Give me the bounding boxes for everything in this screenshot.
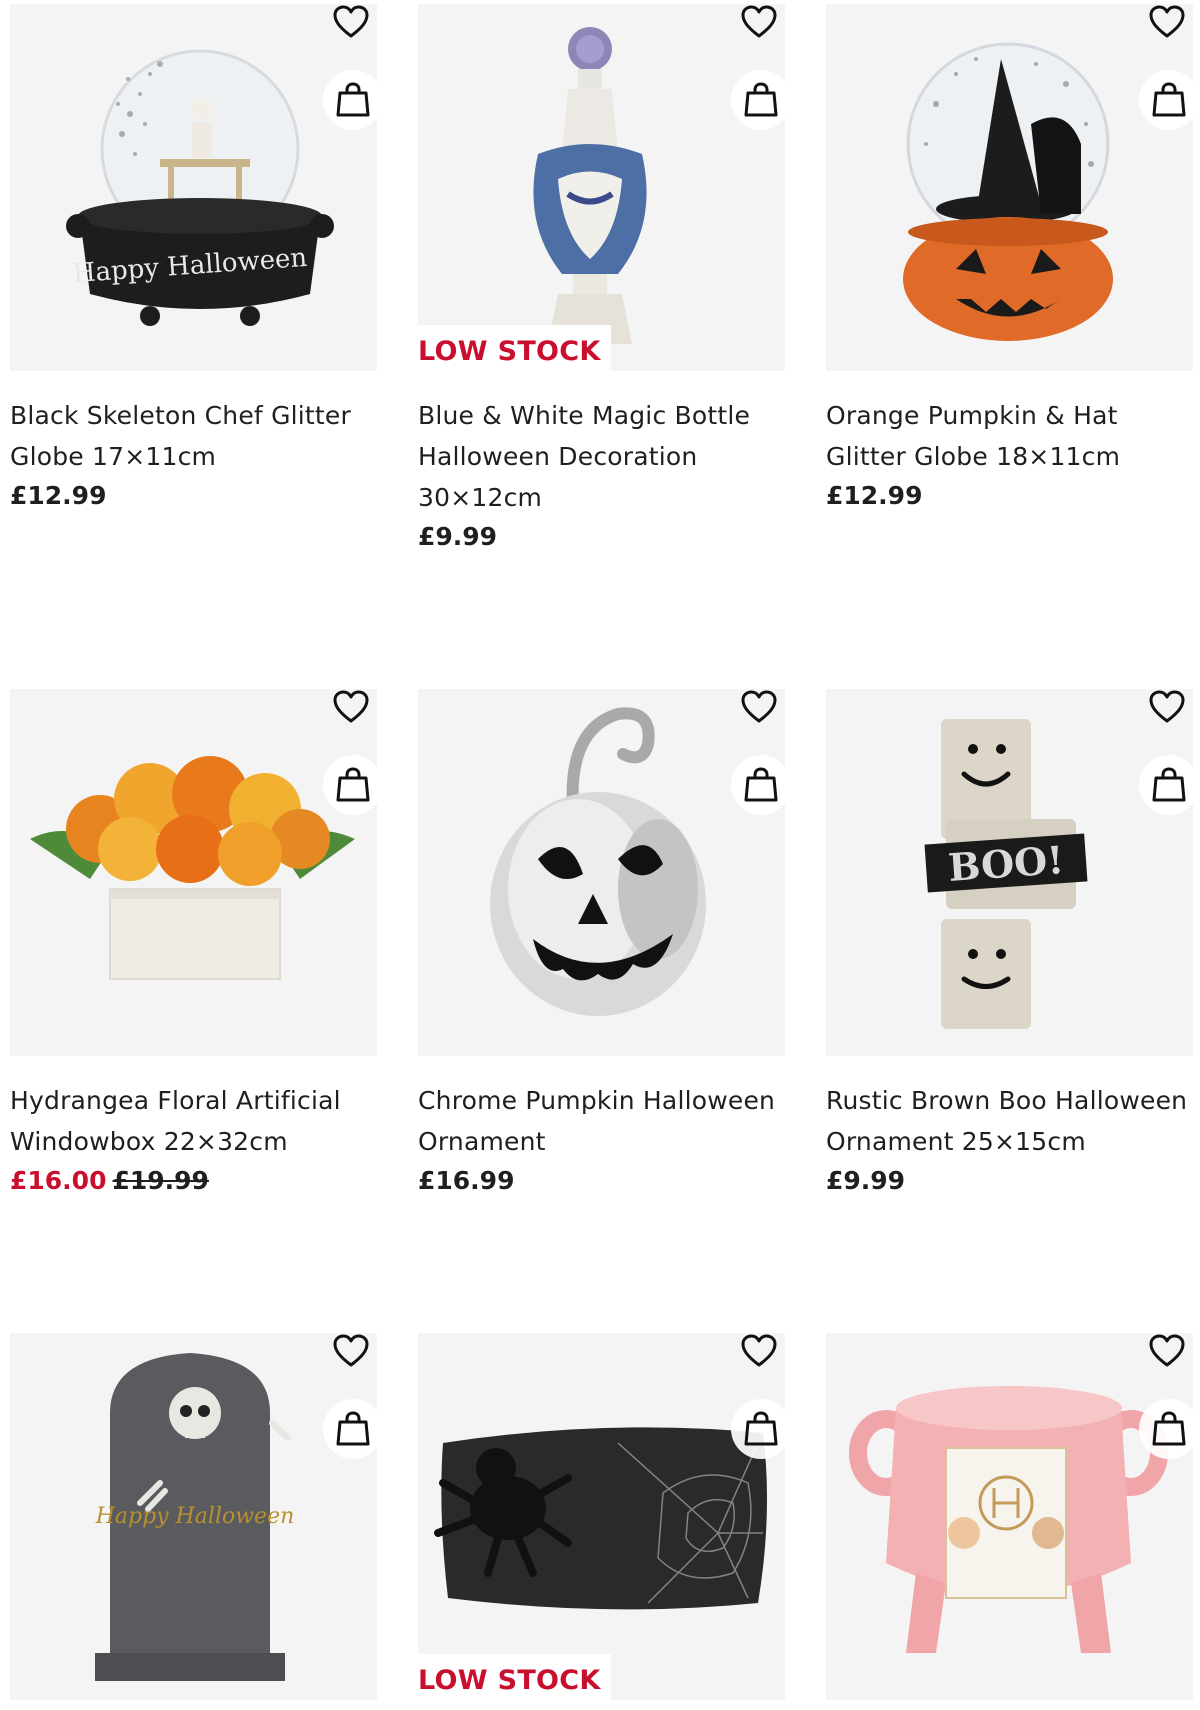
product-price: £9.99 — [418, 522, 498, 551]
shopping-bag-icon — [336, 767, 370, 802]
shopping-bag-icon — [1152, 767, 1186, 802]
heart-icon — [741, 5, 777, 38]
heart-icon — [333, 5, 369, 38]
heart-icon — [1149, 1334, 1185, 1367]
add-to-bag-button[interactable] — [323, 755, 377, 815]
product-title[interactable]: Hydrangea Floral Artificial Windowbox 22… — [10, 1080, 377, 1162]
product-price: £12.99 — [826, 481, 923, 510]
heart-icon — [333, 1334, 369, 1367]
heart-icon — [333, 690, 369, 723]
tombstone-image: Happy Halloween — [10, 1333, 377, 1700]
svg-text:BOO!: BOO! — [947, 837, 1066, 890]
product-card[interactable]: LOW STOCK — [418, 1333, 785, 1700]
product-card[interactable]: Hydrangea Floral Artificial Windowbox 22… — [10, 689, 377, 1200]
product-price: £9.99 — [826, 1166, 906, 1195]
product-card[interactable]: LOW STOCK Blue & White Magic Bottle Hall… — [418, 4, 785, 556]
magic-bottle-image — [418, 4, 785, 371]
add-to-bag-button[interactable] — [731, 755, 785, 815]
product-price: £16.00 £19.99 — [10, 1162, 377, 1200]
shopping-bag-icon — [1152, 1411, 1186, 1446]
product-card[interactable]: Chrome Pumpkin Halloween Ornament £16.99 — [418, 689, 785, 1200]
product-image[interactable]: BOO! — [826, 689, 1193, 1056]
add-to-bag-button[interactable] — [323, 1399, 377, 1459]
low-stock-badge: LOW STOCK — [418, 325, 611, 371]
add-to-bag-button[interactable] — [1139, 70, 1193, 130]
product-title[interactable]: Orange Pumpkin & Hat Glitter Globe 18×11… — [826, 395, 1193, 477]
product-card[interactable]: Happy Halloween — [10, 1333, 377, 1700]
shopping-bag-icon — [744, 1411, 778, 1446]
product-image[interactable]: Happy Halloween — [10, 1333, 377, 1700]
product-image[interactable] — [826, 1333, 1193, 1700]
heart-icon — [741, 690, 777, 723]
chrome-pumpkin-image — [418, 689, 785, 1056]
shopping-bag-icon — [744, 767, 778, 802]
product-title[interactable]: Rustic Brown Boo Halloween Ornament 25×1… — [826, 1080, 1193, 1162]
add-to-bag-button[interactable] — [731, 70, 785, 130]
add-to-bag-button[interactable] — [323, 70, 377, 130]
add-to-bag-button[interactable] — [731, 1399, 785, 1459]
was-price: £19.99 — [112, 1166, 209, 1195]
product-card[interactable]: BOO! Rustic Brown Boo Halloween Ornament… — [826, 689, 1193, 1200]
product-image[interactable]: Happy Halloween — [10, 4, 377, 371]
hydrangea-windowbox-image — [10, 689, 377, 1056]
heart-icon — [1149, 5, 1185, 38]
shopping-bag-icon — [1152, 82, 1186, 117]
low-stock-badge: LOW STOCK — [418, 1654, 611, 1700]
add-to-bag-button[interactable] — [1139, 755, 1193, 815]
shopping-bag-icon — [744, 82, 778, 117]
add-to-bag-button[interactable] — [1139, 1399, 1193, 1459]
product-title[interactable]: Blue & White Magic Bottle Halloween Deco… — [418, 395, 785, 518]
boo-ornament-image: BOO! — [826, 689, 1193, 1056]
shopping-bag-icon — [336, 82, 370, 117]
product-card[interactable]: Orange Pumpkin & Hat Glitter Globe 18×11… — [826, 4, 1193, 515]
spider-cushion-image — [418, 1333, 785, 1700]
product-price: £16.99 — [418, 1166, 515, 1195]
svg-text:Happy Halloween: Happy Halloween — [95, 1504, 295, 1529]
product-image[interactable] — [826, 4, 1193, 371]
product-title[interactable]: Chrome Pumpkin Halloween Ornament — [418, 1080, 785, 1162]
product-title[interactable]: Black Skeleton Chef Glitter Globe 17×11c… — [10, 395, 377, 477]
product-image[interactable] — [10, 689, 377, 1056]
product-image[interactable]: LOW STOCK — [418, 4, 785, 371]
product-card[interactable]: Happy Halloween Black Skeleton Chef Glit… — [10, 4, 377, 515]
snow-globe-image: Happy Halloween — [10, 4, 377, 371]
heart-icon — [741, 1334, 777, 1367]
product-image[interactable] — [418, 689, 785, 1056]
heart-icon — [1149, 690, 1185, 723]
product-price: £12.99 — [10, 481, 107, 510]
product-image[interactable]: LOW STOCK — [418, 1333, 785, 1700]
product-card[interactable] — [826, 1333, 1193, 1700]
pumpkin-globe-image — [826, 4, 1193, 371]
cauldron-candle-image — [826, 1333, 1193, 1700]
sale-price: £16.00 — [10, 1166, 107, 1195]
shopping-bag-icon — [336, 1411, 370, 1446]
